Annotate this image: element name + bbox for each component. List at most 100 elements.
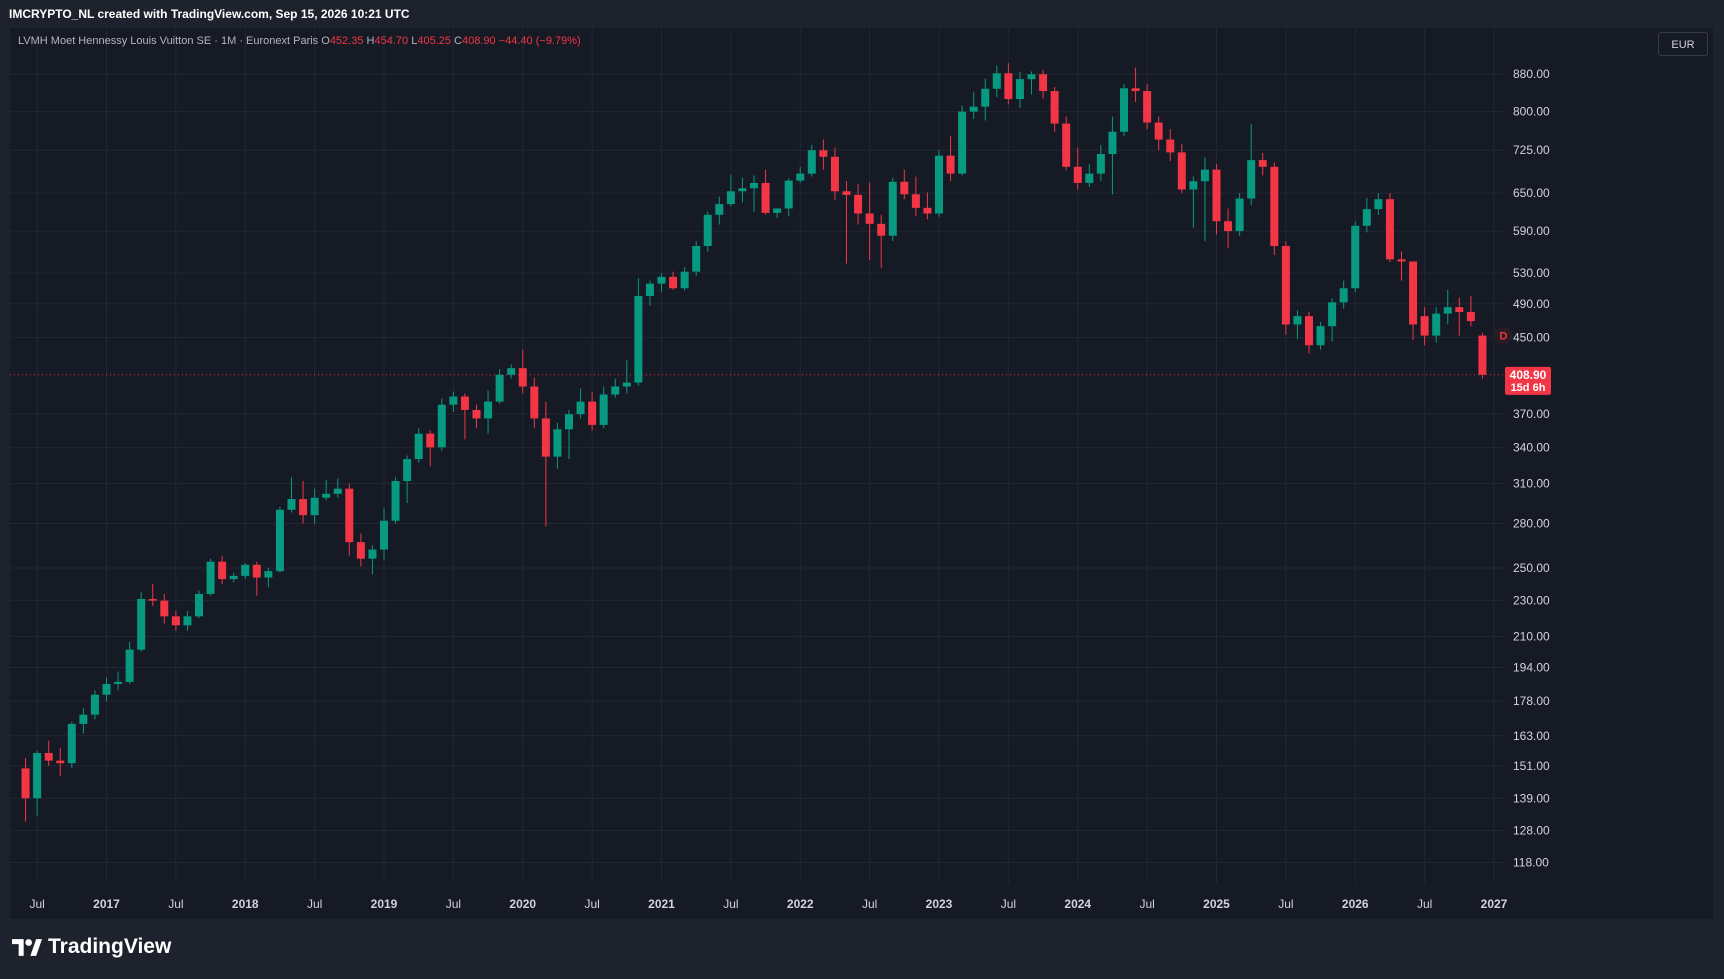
candle-body	[1143, 91, 1152, 123]
candle-body	[1443, 307, 1452, 314]
candle	[1443, 289, 1452, 325]
candle-body	[530, 386, 539, 419]
time-tick-label: Jul	[1278, 897, 1293, 911]
tradingview-logo-icon	[12, 938, 42, 956]
candle-body	[703, 214, 712, 246]
candle	[449, 391, 458, 413]
time-tick-label: 2027	[1481, 897, 1508, 911]
candle-body	[1328, 302, 1337, 327]
price-tick-label: 450.00	[1513, 330, 1550, 344]
candle-body	[935, 155, 943, 214]
candle	[1131, 67, 1140, 102]
time-tick-label: 2017	[93, 897, 120, 911]
candle-body	[21, 768, 30, 799]
currency-button[interactable]: EUR	[1658, 32, 1708, 56]
candle	[507, 364, 516, 379]
candle-body	[923, 207, 932, 214]
candle	[1351, 221, 1360, 293]
candle-body	[1212, 169, 1221, 222]
candle	[67, 721, 76, 769]
candle	[1015, 71, 1024, 108]
high-value: 454.70	[374, 35, 409, 47]
candle-body	[1305, 316, 1313, 346]
candle	[992, 65, 1001, 98]
candle	[1027, 71, 1036, 95]
candlestick-chart[interactable]: 880.00 800.00 725.00 650.00 590.00 530.00 490.…	[10, 28, 1713, 919]
candle	[1362, 197, 1371, 233]
price-tick-label: 163.00	[1513, 729, 1550, 743]
dividend-marker-label[interactable]: D	[1499, 331, 1507, 343]
candle-body	[1224, 221, 1233, 232]
tradingview-logo[interactable]: TradingView	[12, 935, 171, 959]
candle-body	[1235, 198, 1244, 232]
price-tick-label: 280.00	[1513, 516, 1550, 530]
candle	[1085, 163, 1094, 188]
time-tick-label: 2022	[787, 897, 814, 911]
candle-body	[877, 223, 886, 236]
candle	[611, 378, 620, 398]
candle-body	[750, 182, 758, 189]
candle-body	[414, 433, 423, 460]
candle-body	[1039, 74, 1048, 92]
candle	[1247, 124, 1256, 206]
time-axis[interactable]: Jul 2017 Jul 2018 Jul 2019 Jul 2020 Jul 2021 Jul 20…	[29, 897, 1507, 911]
time-tick-label: 2024	[1064, 897, 1091, 911]
candle	[935, 150, 943, 217]
candle-body	[183, 616, 192, 626]
candle-body	[576, 401, 585, 415]
candle-body	[380, 520, 388, 550]
price-tick-label: 880.00	[1513, 67, 1550, 81]
price-tick-label: 118.00	[1513, 856, 1549, 870]
time-tick-label: 2026	[1342, 897, 1369, 911]
candle-body	[56, 760, 65, 764]
candle	[380, 508, 388, 561]
candle	[969, 92, 978, 120]
candle-body	[1420, 316, 1429, 336]
candle	[56, 747, 65, 777]
candle-body	[171, 616, 180, 626]
chart-pane[interactable]: 880.00 800.00 725.00 650.00 590.00 530.00 490.…	[10, 28, 1713, 919]
candle-body	[1293, 316, 1302, 325]
candle-body	[541, 418, 550, 457]
candle-body	[807, 150, 816, 174]
candle	[33, 750, 42, 816]
candle	[391, 477, 400, 524]
price-tick-label: 194.00	[1513, 660, 1550, 674]
price-axis[interactable]: 880.00 800.00 725.00 650.00 590.00 530.00 490.…	[1505, 67, 1551, 870]
price-tick-label: 370.00	[1513, 407, 1550, 421]
candle	[472, 404, 481, 429]
candle	[484, 390, 493, 434]
candle	[183, 611, 192, 631]
candle	[437, 398, 446, 451]
candle-body	[160, 600, 169, 617]
candle	[738, 177, 747, 203]
candle-body	[611, 386, 620, 395]
candle-body	[981, 88, 990, 107]
candle-body	[726, 191, 735, 205]
candle	[599, 386, 608, 429]
candle-body	[599, 394, 608, 425]
tradingview-logo-text: TradingView	[48, 935, 172, 958]
candle	[1189, 176, 1198, 228]
candle	[669, 271, 678, 290]
symbol-title: LVMH Moet Hennessy Louis Vuitton SE · 1M…	[18, 35, 319, 47]
time-tick-label: 2019	[371, 897, 398, 911]
candle-body	[1409, 261, 1418, 325]
candle-body	[67, 723, 76, 764]
price-tick-label: 530.00	[1513, 266, 1550, 280]
open-value: 452.35	[329, 35, 364, 47]
candle	[854, 184, 863, 225]
candle-body	[252, 564, 261, 578]
candle	[79, 707, 88, 734]
candle-body	[1258, 160, 1267, 167]
candle	[21, 758, 30, 822]
candle	[322, 479, 331, 501]
candle	[1281, 241, 1290, 335]
candle-body	[1281, 245, 1290, 325]
candle-body	[137, 598, 146, 650]
time-tick-label: Jul	[1001, 897, 1016, 911]
candle	[657, 273, 666, 293]
price-tick-label: 340.00	[1513, 440, 1550, 454]
time-tick-label: Jul	[307, 897, 322, 911]
candle	[90, 690, 99, 720]
